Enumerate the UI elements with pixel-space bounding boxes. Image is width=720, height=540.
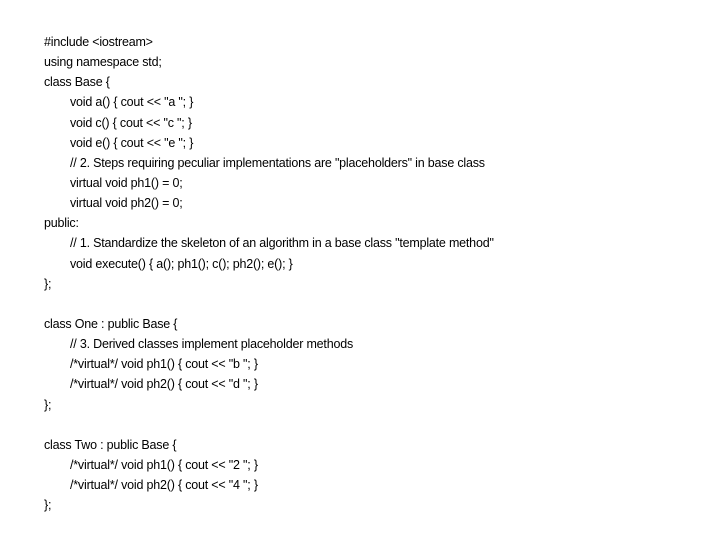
code-line: void c() { cout << "c "; } bbox=[70, 115, 192, 130]
code-comment: // 3. Derived classes implement placehol… bbox=[70, 337, 353, 352]
code-line: /*virtual*/ void ph2() { cout << "d "; } bbox=[70, 377, 258, 392]
code-line: }; bbox=[44, 276, 52, 291]
code-listing: #include <iostream> using namespace std;… bbox=[44, 32, 494, 515]
code-line: }; bbox=[44, 498, 52, 513]
code-line: #include <iostream> bbox=[44, 35, 153, 49]
code-line: void execute() { a(); ph1(); c(); ph2();… bbox=[70, 256, 293, 271]
code-line: void e() { cout << "e "; } bbox=[70, 135, 194, 150]
code-line: /*virtual*/ void ph1() { cout << "2 "; } bbox=[70, 457, 258, 472]
code-comment: // 2. Steps requiring peculiar implement… bbox=[70, 155, 485, 170]
code-comment: // 1. Standardize the skeleton of an alg… bbox=[70, 236, 494, 251]
code-line: class One : public Base { bbox=[44, 316, 178, 331]
code-line: using namespace std; bbox=[44, 55, 162, 70]
code-line: }; bbox=[44, 397, 52, 412]
code-line: virtual void ph2() = 0; bbox=[70, 196, 183, 211]
code-line: public: bbox=[44, 216, 79, 231]
code-line: /*virtual*/ void ph2() { cout << "4 "; } bbox=[70, 478, 258, 493]
code-line: void a() { cout << "a "; } bbox=[70, 95, 194, 110]
code-line: class Base { bbox=[44, 75, 110, 90]
code-line: class Two : public Base { bbox=[44, 437, 177, 452]
code-line: virtual void ph1() = 0; bbox=[70, 175, 183, 190]
code-line: /*virtual*/ void ph1() { cout << "b "; } bbox=[70, 357, 258, 372]
